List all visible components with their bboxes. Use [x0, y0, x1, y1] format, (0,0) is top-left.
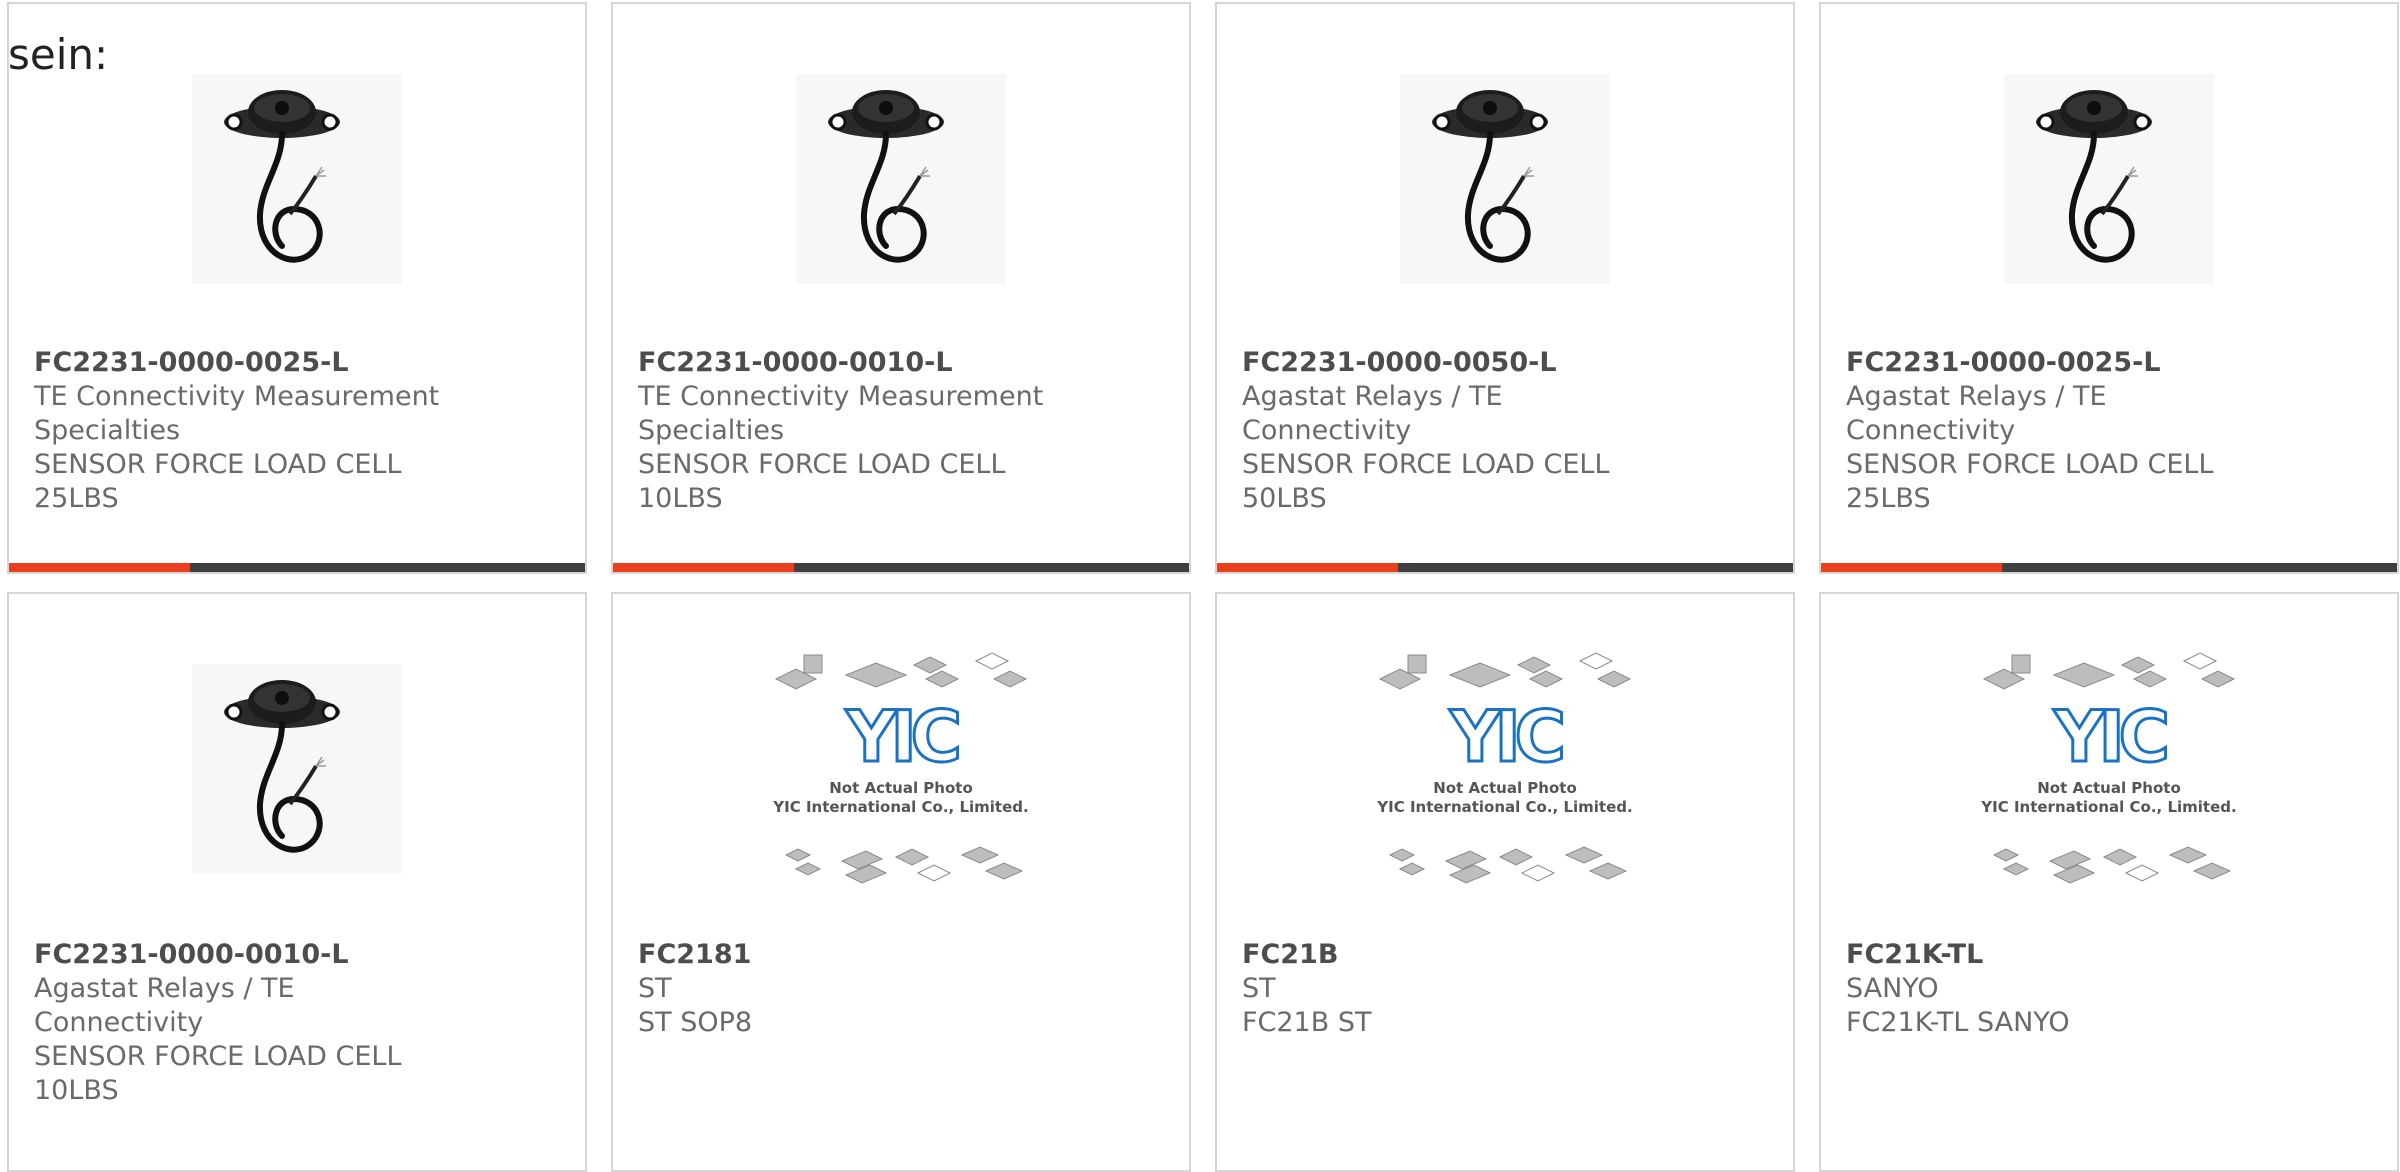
yic-logo: YIC: [1448, 696, 1567, 778]
placeholder-caption: Not Actual Photo YIC International Co., …: [766, 779, 1036, 817]
product-card[interactable]: FC2231-0000-0025-L Agastat Relays / TE C…: [1819, 2, 2399, 574]
manufacturer: Agastat Relays / TE Connectivity: [34, 973, 295, 1038]
yic-logo: YIC: [844, 696, 963, 778]
description: SENSOR FORCE LOAD CELL 10LBS: [34, 1041, 402, 1106]
card-accent-bar: [613, 563, 1189, 572]
part-number[interactable]: FC2231-0000-0025-L: [34, 346, 454, 380]
part-number[interactable]: FC2181: [638, 938, 1058, 972]
load-cell-sensor-icon: [192, 664, 402, 874]
product-card[interactable]: YIC Not Actual Photo YIC International C…: [1215, 592, 1795, 1172]
part-number[interactable]: FC21B: [1242, 938, 1662, 972]
part-number[interactable]: FC21K-TL: [1846, 938, 2266, 972]
product-info: FC21K-TL SANYO FC21K-TL SANYO: [1846, 938, 2266, 1040]
manufacturer: SANYO: [1846, 973, 1939, 1004]
chip-packages-icon: [1388, 846, 1628, 884]
not-actual-photo-placeholder: YIC Not Actual Photo YIC International C…: [1370, 649, 1640, 889]
not-actual-photo-placeholder: YIC Not Actual Photo YIC International C…: [1974, 649, 2244, 889]
product-info: FC2231-0000-0025-L Agastat Relays / TE C…: [1846, 346, 2266, 516]
load-cell-sensor-icon: [2004, 74, 2214, 284]
product-card[interactable]: FC2231-0000-0050-L Agastat Relays / TE C…: [1215, 2, 1795, 574]
placeholder-line2: YIC International Co., Limited.: [1377, 798, 1633, 816]
product-card[interactable]: YIC Not Actual Photo YIC International C…: [1819, 592, 2399, 1172]
product-image[interactable]: [1370, 64, 1640, 294]
product-card[interactable]: YIC Not Actual Photo YIC International C…: [611, 592, 1191, 1172]
product-card[interactable]: FC2231-0000-0010-L Agastat Relays / TE C…: [7, 592, 587, 1172]
manufacturer: TE Connectivity Measurement Specialties: [638, 381, 1044, 446]
product-card[interactable]: FC2231-0000-0010-L TE Connectivity Measu…: [611, 2, 1191, 574]
load-cell-sensor-icon: [1400, 74, 1610, 284]
description: SENSOR FORCE LOAD CELL 10LBS: [638, 449, 1006, 514]
placeholder-line2: YIC International Co., Limited.: [1981, 798, 2237, 816]
placeholder-line1: Not Actual Photo: [1433, 779, 1577, 797]
description: ST SOP8: [638, 1007, 753, 1038]
placeholder-caption: Not Actual Photo YIC International Co., …: [1974, 779, 2244, 817]
description: SENSOR FORCE LOAD CELL 25LBS: [34, 449, 402, 514]
manufacturer: Agastat Relays / TE Connectivity: [1846, 381, 2107, 446]
part-number[interactable]: FC2231-0000-0010-L: [638, 346, 1058, 380]
page-heading: sein:: [8, 30, 109, 79]
part-number[interactable]: FC2231-0000-0010-L: [34, 938, 454, 972]
placeholder-caption: Not Actual Photo YIC International Co., …: [1370, 779, 1640, 817]
placeholder-line2: YIC International Co., Limited.: [773, 798, 1029, 816]
product-image[interactable]: [162, 654, 432, 884]
part-number[interactable]: FC2231-0000-0050-L: [1242, 346, 1662, 380]
product-info: FC2181 ST ST SOP8: [638, 938, 1058, 1040]
yic-logo: YIC: [2052, 696, 2171, 778]
chip-packages-icon: [774, 652, 1028, 690]
description: FC21B ST: [1242, 1007, 1372, 1038]
product-image[interactable]: YIC Not Actual Photo YIC International C…: [1974, 652, 2244, 884]
product-info: FC2231-0000-0025-L TE Connectivity Measu…: [34, 346, 454, 516]
manufacturer: TE Connectivity Measurement Specialties: [34, 381, 440, 446]
not-actual-photo-placeholder: YIC Not Actual Photo YIC International C…: [766, 649, 1036, 889]
product-image[interactable]: [162, 64, 432, 294]
manufacturer: Agastat Relays / TE Connectivity: [1242, 381, 1503, 446]
card-accent-bar: [9, 563, 585, 572]
placeholder-line1: Not Actual Photo: [2037, 779, 2181, 797]
product-image[interactable]: YIC Not Actual Photo YIC International C…: [766, 652, 1036, 884]
product-info: FC2231-0000-0010-L TE Connectivity Measu…: [638, 346, 1058, 516]
load-cell-sensor-icon: [192, 74, 402, 284]
chip-packages-icon: [1992, 846, 2232, 884]
load-cell-sensor-icon: [796, 74, 1006, 284]
chip-packages-icon: [784, 846, 1024, 884]
product-grid: FC2231-0000-0025-L TE Connectivity Measu…: [7, 2, 2400, 1172]
product-info: FC21B ST FC21B ST: [1242, 938, 1662, 1040]
part-number[interactable]: FC2231-0000-0025-L: [1846, 346, 2266, 380]
chip-packages-icon: [1378, 652, 1632, 690]
chip-packages-icon: [1982, 652, 2236, 690]
product-image[interactable]: [1974, 64, 2244, 294]
placeholder-line1: Not Actual Photo: [829, 779, 973, 797]
description: FC21K-TL SANYO: [1846, 1007, 2070, 1038]
product-info: FC2231-0000-0010-L Agastat Relays / TE C…: [34, 938, 454, 1108]
product-image[interactable]: YIC Not Actual Photo YIC International C…: [1370, 652, 1640, 884]
product-info: FC2231-0000-0050-L Agastat Relays / TE C…: [1242, 346, 1662, 516]
product-card[interactable]: FC2231-0000-0025-L TE Connectivity Measu…: [7, 2, 587, 574]
product-image[interactable]: [766, 64, 1036, 294]
manufacturer: ST: [638, 973, 672, 1004]
manufacturer: ST: [1242, 973, 1276, 1004]
description: SENSOR FORCE LOAD CELL 50LBS: [1242, 449, 1610, 514]
card-accent-bar: [1217, 563, 1793, 572]
description: SENSOR FORCE LOAD CELL 25LBS: [1846, 449, 2214, 514]
card-accent-bar: [1821, 563, 2397, 572]
